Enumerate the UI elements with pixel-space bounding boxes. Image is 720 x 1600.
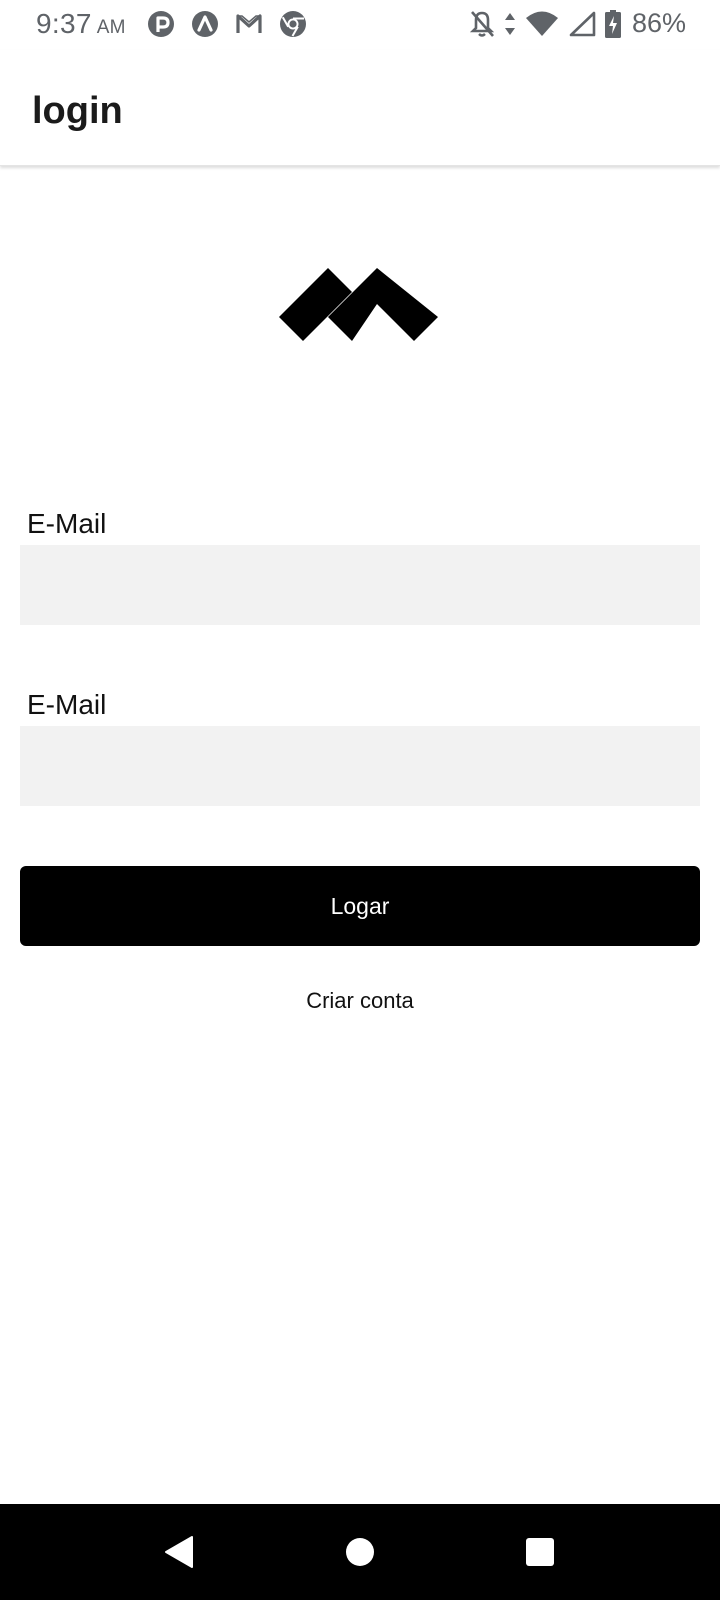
pinterest-icon: [148, 11, 174, 37]
app-bar: login: [0, 50, 720, 166]
notifications-off-icon: [469, 10, 495, 37]
email-label: E-Mail: [27, 508, 107, 539]
home-icon: [346, 1538, 374, 1566]
system-icons: 86%: [468, 8, 686, 39]
password-field[interactable]: [20, 726, 700, 806]
navigation-bar: [0, 1504, 720, 1600]
recents-icon: [526, 1538, 554, 1566]
create-account-link[interactable]: Criar conta: [0, 988, 720, 1014]
notification-icons: [146, 9, 308, 39]
wifi-icon: [525, 11, 558, 36]
second-field-label: E-Mail: [27, 689, 107, 720]
cell-signal-icon: [569, 11, 596, 36]
email-field[interactable]: [20, 545, 700, 625]
data-arrows-icon: [504, 12, 515, 35]
arc-icon: [192, 11, 218, 37]
home-button[interactable]: [305, 1504, 415, 1600]
back-icon: [165, 1536, 193, 1568]
recents-button[interactable]: [485, 1504, 595, 1600]
page-title: login: [32, 90, 123, 132]
status-clock: 9:37 AM: [36, 8, 126, 40]
login-button[interactable]: Logar: [20, 866, 700, 946]
brand-logo-icon: [279, 268, 438, 341]
battery-percentage: 86%: [631, 8, 686, 38]
back-button[interactable]: [124, 1504, 234, 1600]
status-bar: 9:37 AM 86%: [0, 0, 720, 50]
status-ampm: AM: [96, 17, 126, 38]
status-time-value: 9:37: [36, 8, 92, 39]
battery-charging-icon: [604, 9, 621, 38]
chrome-icon: [280, 11, 306, 37]
gmail-icon: [236, 14, 262, 33]
